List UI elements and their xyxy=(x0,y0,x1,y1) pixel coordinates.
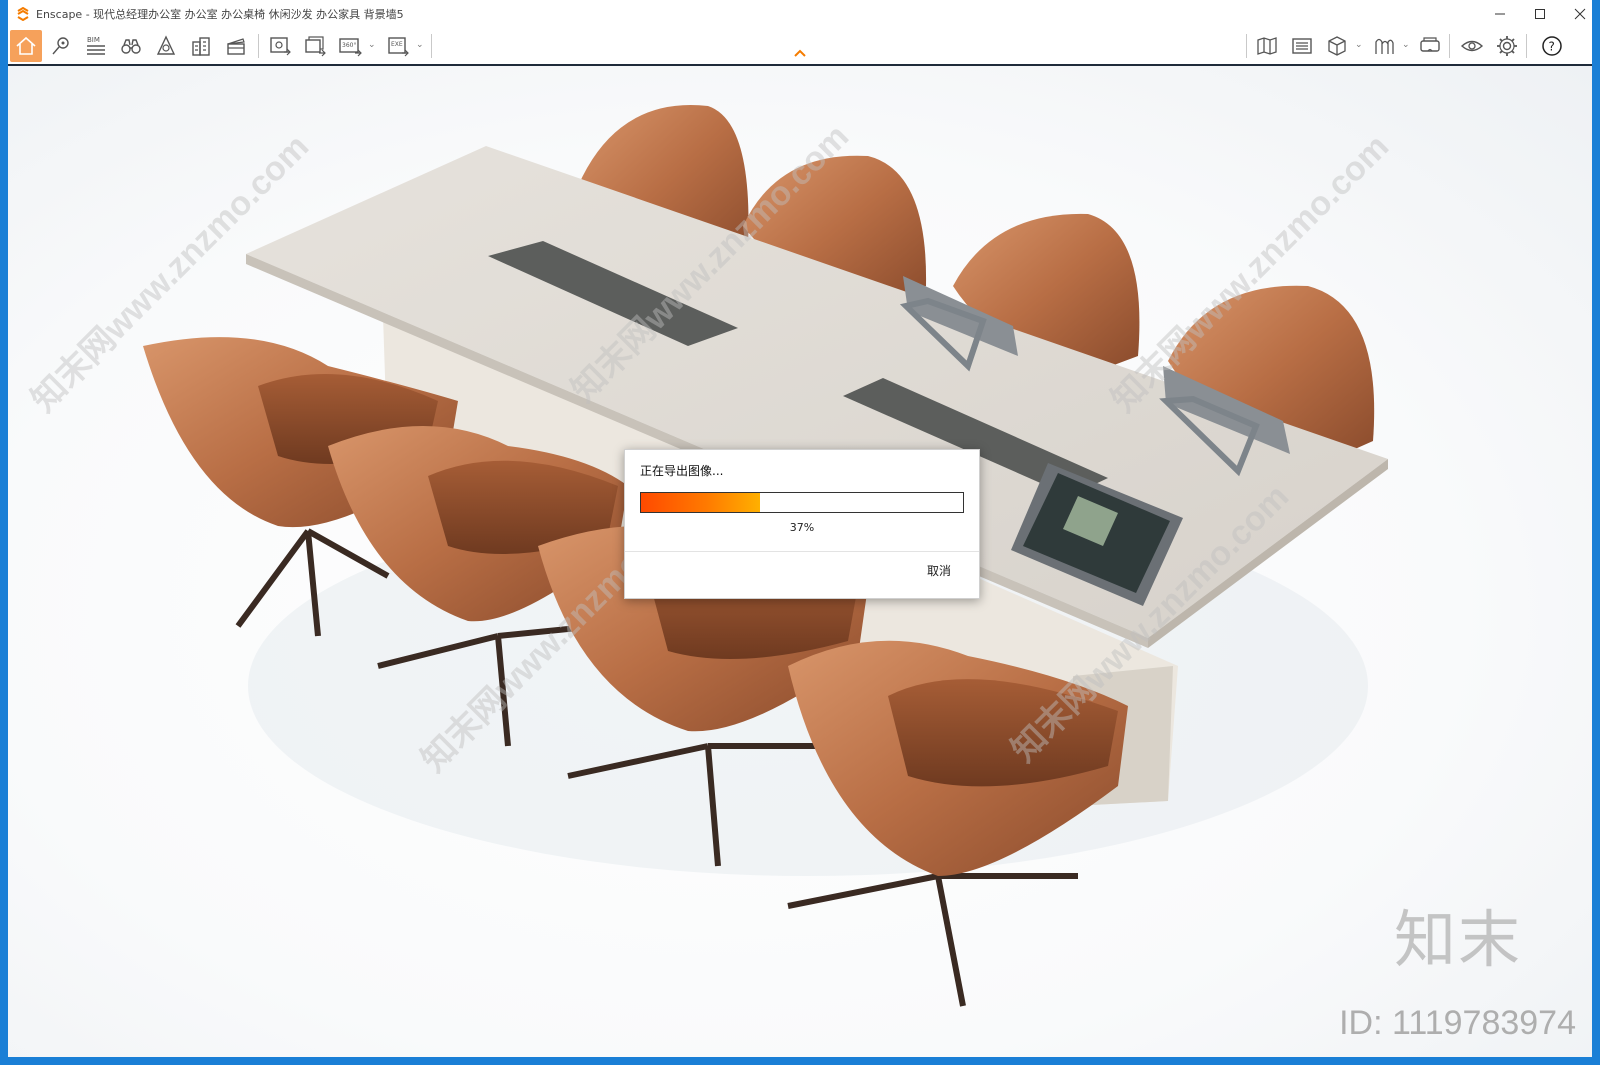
vr-headset-icon xyxy=(1420,37,1440,52)
progress-bar-fill xyxy=(641,493,761,512)
exe-export-button[interactable]: EXE xyxy=(382,30,414,62)
minimize-button[interactable] xyxy=(1480,0,1520,28)
material-editor-button[interactable] xyxy=(1286,30,1318,62)
panorama-button[interactable]: 360° xyxy=(334,30,366,62)
asset-library-button[interactable] xyxy=(1368,30,1400,62)
panorama-dropdown-icon[interactable]: ⌄ xyxy=(368,40,376,50)
svg-text:BIM: BIM xyxy=(87,36,100,44)
progress-bar xyxy=(640,492,964,513)
svg-text:EXE: EXE xyxy=(391,41,403,48)
view-button[interactable] xyxy=(1456,30,1488,62)
title-bar: Enscape - 现代总经理办公室 办公室 办公桌椅 休闲沙发 办公家具 背景… xyxy=(8,0,1592,28)
toolbar-separator xyxy=(1526,34,1527,58)
clapboard-button[interactable] xyxy=(220,30,252,62)
eye-icon xyxy=(1460,40,1484,52)
exe-export-icon: EXE xyxy=(388,37,409,57)
svg-text:360°: 360° xyxy=(342,42,356,49)
asset-library-icon xyxy=(1375,38,1394,54)
panorama-icon: 360° xyxy=(339,38,362,57)
help-button[interactable]: ? xyxy=(1536,30,1568,62)
exe-dropdown-icon[interactable]: ⌄ xyxy=(416,40,424,50)
binoculars-button[interactable] xyxy=(115,30,147,62)
buildings-button[interactable] xyxy=(185,30,217,62)
svg-text:?: ? xyxy=(1549,40,1555,54)
home-icon xyxy=(16,36,36,55)
home-button[interactable] xyxy=(10,30,42,62)
map-icon xyxy=(1257,37,1277,55)
enscape-logo-icon xyxy=(17,7,29,21)
map-button[interactable] xyxy=(1251,30,1283,62)
screenshot-export-icon xyxy=(270,37,291,56)
vr-headset-button[interactable] xyxy=(1414,30,1446,62)
toolbar-separator xyxy=(258,34,259,58)
bim-button[interactable]: BIM xyxy=(80,30,112,62)
screenshot-export-button[interactable] xyxy=(264,30,296,62)
close-button[interactable] xyxy=(1560,0,1600,28)
close-icon xyxy=(1574,8,1586,20)
sun-button[interactable] xyxy=(150,30,182,62)
binoculars-icon xyxy=(121,39,141,54)
location-button[interactable] xyxy=(45,30,77,62)
batch-export-icon xyxy=(305,36,326,57)
maximize-button[interactable] xyxy=(1520,0,1560,28)
watermark-id: ID: 1119783974 xyxy=(1339,1004,1576,1042)
main-toolbar: BIM 360° ⌄ EXE ⌄ ⌄ ⌄ ? xyxy=(8,28,1592,66)
toolbar-separator xyxy=(1449,34,1450,58)
help-icon: ? xyxy=(1542,36,1562,56)
collapse-toolbar-icon[interactable] xyxy=(793,48,807,58)
sun-icon xyxy=(156,35,176,55)
settings-button[interactable] xyxy=(1491,30,1523,62)
cube-dropdown-icon[interactable]: ⌄ xyxy=(1355,40,1363,50)
batch-export-button[interactable] xyxy=(299,30,331,62)
toolbar-separator xyxy=(431,34,432,58)
enscape-frame: Enscape - 现代总经理办公室 办公室 办公桌椅 休闲沙发 办公家具 背景… xyxy=(8,0,1592,1057)
cube-button[interactable] xyxy=(1321,30,1353,62)
clapboard-icon xyxy=(227,38,245,55)
settings-icon xyxy=(1497,36,1517,56)
dialog-title: 正在导出图像... xyxy=(640,464,724,478)
export-progress-dialog: 正在导出图像... 37% 取消 xyxy=(624,449,980,599)
material-editor-icon xyxy=(1292,38,1312,54)
cancel-button[interactable]: 取消 xyxy=(927,562,951,579)
minimize-icon xyxy=(1495,13,1505,15)
asset-dropdown-icon[interactable]: ⌄ xyxy=(1402,40,1410,50)
cube-icon xyxy=(1328,36,1346,56)
maximize-icon xyxy=(1535,9,1545,19)
app-window: Enscape - 现代总经理办公室 办公室 办公桌椅 休闲沙发 办公家具 背景… xyxy=(0,0,1600,1065)
buildings-icon xyxy=(192,37,210,56)
location-icon xyxy=(52,37,69,55)
dialog-divider xyxy=(625,551,979,552)
window-title: Enscape - 现代总经理办公室 办公室 办公桌椅 休闲沙发 办公家具 背景… xyxy=(36,8,404,21)
bim-icon: BIM xyxy=(87,36,105,55)
watermark-logo: 知末 xyxy=(1393,903,1522,976)
progress-percent: 37% xyxy=(789,521,815,534)
toolbar-separator xyxy=(1246,34,1247,58)
